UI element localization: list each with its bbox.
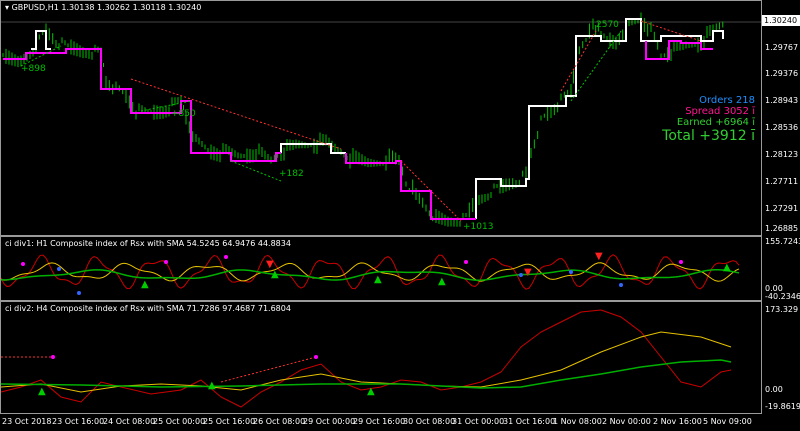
time-label: 30 Oct 08:00 [403,417,456,426]
trade-profit-label: +1013 [463,222,493,232]
sma-fast-line [1,331,732,393]
trade-line [560,30,597,92]
time-label: 1 Nov 08:00 [553,417,602,426]
time-label: 31 Oct 00:00 [452,417,505,426]
price-tick: 1.29376 [765,69,799,78]
time-label: 29 Oct 00:00 [303,417,356,426]
time-label: 24 Oct 08:00 [103,417,156,426]
time-label: 23 Oct 2018 [2,417,52,426]
ind2-scale-bot: -19.8619 [765,402,800,411]
indicator-2-plot: ▲ ▲ ▲ [1,309,732,408]
trend-step-line [31,30,51,50]
buy-arrow-icon: ▲ [38,386,46,397]
price-tick: 1.28943 [765,96,799,105]
trade-line [640,20,702,42]
indicator-2-pane[interactable]: ▲ ▲ ▲ ci div2: H4 Composite index of Rsx w… [0,301,762,414]
indicator-2-scale: 173.329 0.00 -19.8619 [762,301,800,414]
symbol-label: GBPUSD,H1 [11,3,59,12]
divergence-dot [21,262,25,266]
trade-line [570,30,622,102]
price-tick: 1.27291 [765,204,799,213]
sell-arrow-icon: ▼ [266,259,274,270]
ind2-scale-top: 173.329 [765,305,799,314]
rsx-line [1,309,732,408]
time-label: 2 Nov 00:00 [602,417,651,426]
divergence-dot [679,260,683,264]
indicator-2-header: ci div2: H4 Composite index of Rsx with … [5,304,291,313]
buy-arrow-icon: ▲ [374,274,382,285]
trade-stats: Orders 218 Spread 3052 ī Earned +6964 ī … [662,95,755,144]
price-tick: 1.26885 [765,224,799,233]
trade-profit-label: +898 [21,64,46,74]
buy-arrow-icon: ▲ [271,269,279,280]
time-label: 2 Nov 16:00 [653,417,702,426]
price-tick: 1.29767 [765,43,799,52]
current-price-box: 1.30240 [762,15,800,26]
buy-arrow-icon: ▲ [208,380,216,391]
buy-arrow-icon: ▲ [367,386,375,397]
divergence-dot [619,283,623,287]
symbol-header: ▾ GBPUSD,H1 1.30138 1.30262 1.30118 1.30… [5,3,201,12]
indicator-1-scale: 155.7243 0.00 -40.2346 [762,236,800,301]
orders-count: Orders 218 [699,95,755,106]
sma-slow-line [1,359,732,389]
sell-arrow-icon: ▼ [595,251,603,262]
trade-profit-label: 2570 [596,20,619,30]
main-price-scale[interactable]: 1.29767 1.29376 1.28943 1.28536 1.28123 … [762,0,800,236]
divergence-dot [51,355,55,359]
time-label: 25 Oct 00:00 [153,417,206,426]
buy-arrow-icon: ▲ [438,276,446,287]
indicator-1-header: ci div1: H1 Composite index of Rsx with … [5,239,291,248]
buy-arrow-icon: ▲ [723,262,731,273]
trend-step-line-2 [345,153,476,220]
time-label: 23 Oct 16:00 [52,417,105,426]
ohlc-values: 1.30138 1.30262 1.30118 1.30240 [61,3,202,12]
time-label: 29 Oct 16:00 [353,417,406,426]
trade-profit-label: +850 [171,109,196,119]
price-tick: 1.27711 [765,177,799,186]
ind1-scale-top: 155.7243 [765,237,800,246]
time-label: 25 Oct 16:00 [203,417,256,426]
ind2-scale-mid: 0.00 [765,385,783,394]
indicator-1-pane[interactable]: ▲ ▲ ▲ ▲ ▲ ▼ ▼ ▼ ci div1: H1 Composite index of … [0,236,762,301]
divergence-dot [569,270,573,274]
trade-line [230,160,282,182]
time-label: 5 Nov 09:00 [703,417,752,426]
divergence-dot [464,260,468,264]
total-value: Total +3912 ī [662,128,755,144]
main-chart-pane[interactable]: +898 +850 +182 +1013 2570 ▾ GBPUSD,H1 1.3013… [0,0,762,236]
spread-value: Spread 3052 ī [685,106,755,117]
trade-profit-label: +182 [279,169,304,179]
divergence-dot [57,267,61,271]
dropdown-arrow-icon[interactable]: ▾ [5,3,9,12]
divergence-dot [519,273,523,277]
price-tick: 1.28536 [765,123,799,132]
price-tick: 1.28123 [765,150,799,159]
divergence-dot [224,255,228,259]
earned-value: Earned +6964 ī [676,117,755,128]
price-chart: +898 +850 +182 +1013 2570 [1,12,761,232]
divergence-dot [164,260,168,264]
divergence-dot [77,291,81,295]
ind1-scale-bot: -40.2346 [765,292,800,301]
time-label: 31 Oct 16:00 [503,417,556,426]
divergence-dot [314,355,318,359]
time-label: 26 Oct 08:00 [253,417,306,426]
buy-arrow-icon: ▲ [141,279,149,290]
sell-arrow-icon: ▼ [524,267,532,278]
